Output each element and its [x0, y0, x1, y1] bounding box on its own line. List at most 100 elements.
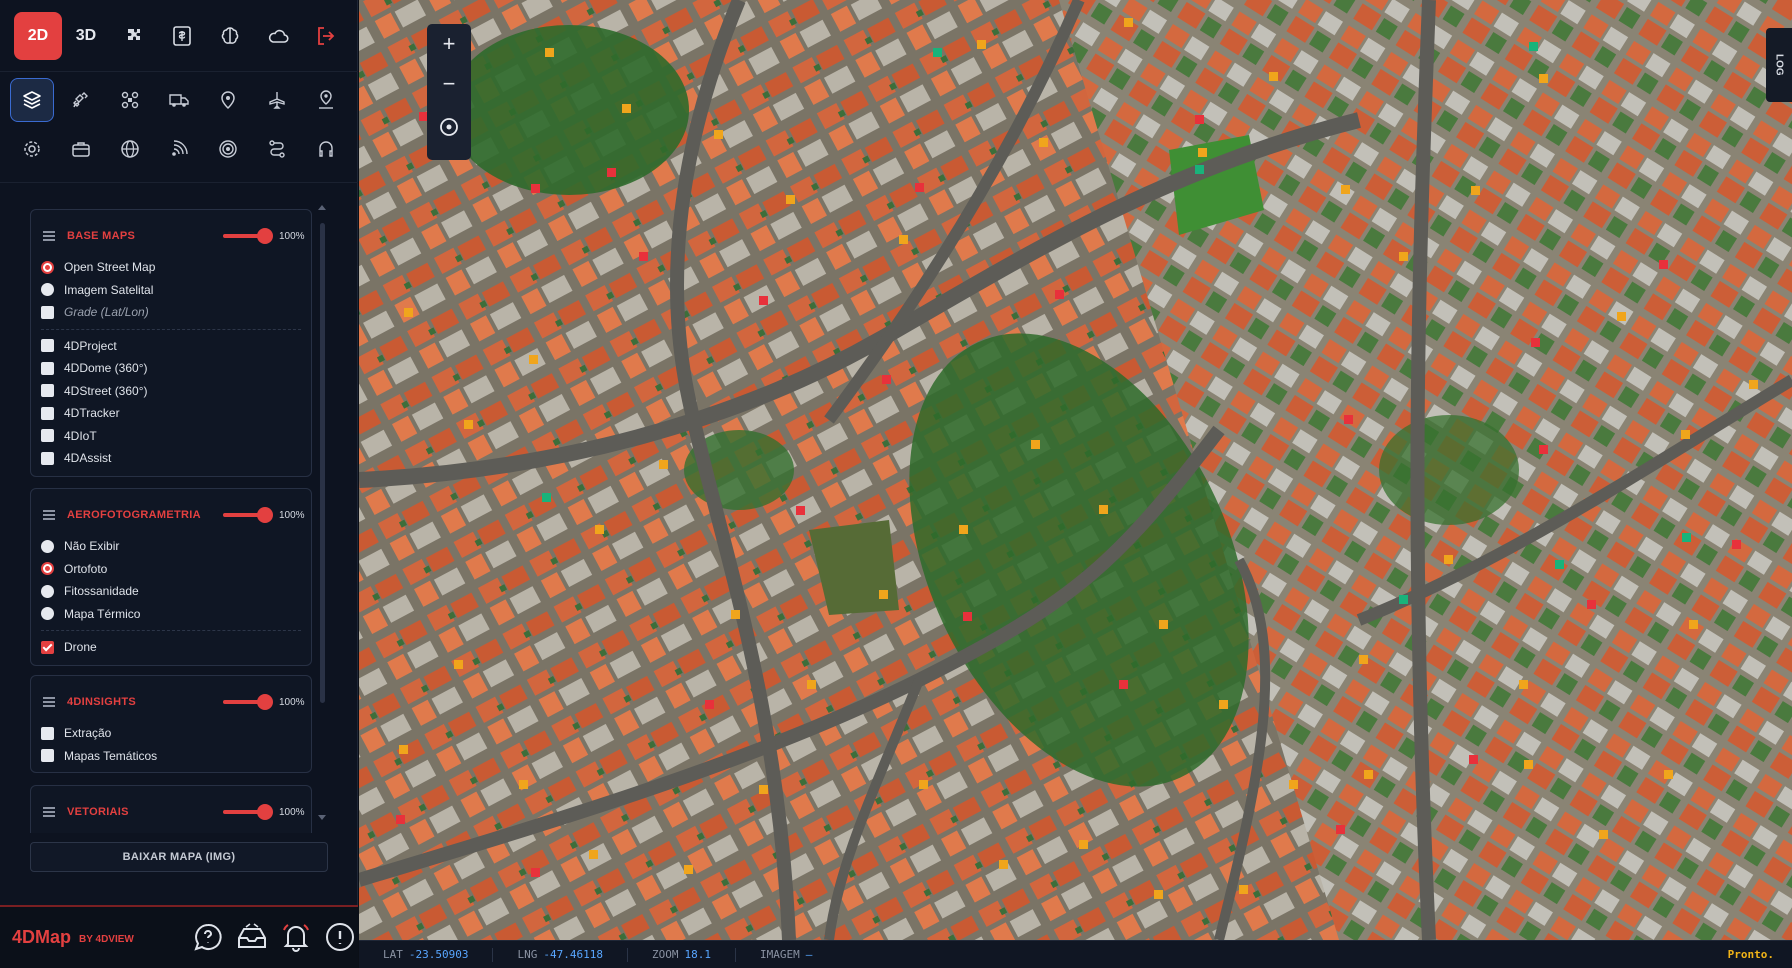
option-nao-exibir[interactable]: Não Exibir [31, 535, 311, 558]
option-label: 4DStreet (360°) [64, 383, 148, 398]
drag-handle-icon[interactable] [43, 231, 55, 241]
mode-3d-button[interactable]: 3D [62, 12, 110, 60]
brand-logo: 4DMap [12, 927, 72, 947]
zoom-out-button[interactable]: − [427, 64, 471, 104]
headset-icon[interactable] [304, 127, 348, 171]
divider [41, 630, 301, 631]
route-icon[interactable] [255, 127, 299, 171]
lng-value: -47.46118 [543, 948, 603, 961]
settings-icon[interactable] [10, 127, 54, 171]
base-maps-card: BASE MAPS 100% Open Street Map Imagem Sa… [30, 209, 312, 477]
option-ortofoto[interactable]: Ortofoto [31, 558, 311, 581]
info-icon[interactable] [320, 917, 360, 957]
status-lat: LAT -23.50903 [359, 947, 494, 962]
report-icon[interactable] [158, 12, 206, 60]
checkbox[interactable] [41, 726, 54, 740]
base-maps-opacity-slider[interactable] [223, 222, 273, 250]
layers-icon[interactable] [10, 78, 54, 122]
option-open-street-map[interactable]: Open Street Map [31, 256, 311, 279]
checkbox[interactable] [41, 339, 54, 353]
cloud-icon[interactable] [254, 12, 302, 60]
zoom-in-button[interactable]: + [427, 24, 471, 64]
checkbox[interactable] [41, 406, 54, 420]
signal-icon[interactable] [157, 127, 201, 171]
checkbox[interactable] [41, 305, 54, 319]
vetoriais-title: VETORIAIS [67, 806, 129, 818]
radio-button[interactable] [41, 584, 54, 598]
aerofotogrametria-opacity-slider[interactable] [223, 501, 273, 529]
aerofotogrametria-opacity-value: 100% [279, 509, 305, 521]
briefcase-icon[interactable] [59, 127, 103, 171]
option-label: Extração [64, 726, 112, 741]
puzzle-icon[interactable] [110, 12, 158, 60]
map-view[interactable]: + − LOG [359, 0, 1792, 940]
logout-icon[interactable] [302, 12, 350, 60]
app-root: 2D 3D BASE MAPS 100% Open Street Map Ima… [0, 0, 1792, 968]
scroll-down-arrow[interactable] [318, 815, 326, 820]
radio-button[interactable] [41, 562, 54, 576]
layer-extracao[interactable]: Extração [31, 722, 311, 745]
drag-handle-icon[interactable] [43, 697, 55, 707]
option-label: Drone [64, 640, 97, 655]
scrollbar-thumb[interactable] [320, 223, 325, 703]
option-mapa-termico[interactable]: Mapa Térmico [31, 603, 311, 626]
radio-button[interactable] [41, 283, 54, 297]
option-grade-lat-lon[interactable]: Grade (Lat/Lon) [31, 301, 311, 324]
plane-icon[interactable] [255, 78, 299, 122]
target-icon[interactable] [206, 127, 250, 171]
base-maps-title: BASE MAPS [67, 230, 136, 242]
layer-4ddome[interactable]: 4DDome (360°) [31, 357, 311, 380]
mode-bar: 2D 3D [0, 0, 358, 72]
option-label: Mapas Temáticos [64, 748, 158, 763]
aerial-imagery [359, 0, 1792, 940]
user-pin-icon[interactable] [304, 78, 348, 122]
layer-4dassist[interactable]: 4DAssist [31, 447, 311, 470]
radio-button[interactable] [41, 607, 54, 621]
radio-button[interactable] [41, 539, 54, 553]
checkbox[interactable] [41, 429, 54, 443]
layer-mapas-tematicos[interactable]: Mapas Temáticos [31, 745, 311, 768]
option-label: Imagem Satelital [64, 282, 154, 297]
option-label: 4DAssist [64, 451, 112, 466]
image-value: — [805, 948, 813, 961]
checkbox-checked[interactable] [41, 640, 54, 654]
status-lng: LNG -47.46118 [493, 947, 628, 962]
satellite-icon[interactable] [59, 78, 103, 122]
option-label: Grade (Lat/Lon) [64, 305, 149, 320]
layer-4dproject[interactable]: 4DProject [31, 335, 311, 358]
layer-4diot[interactable]: 4DIoT [31, 425, 311, 448]
download-map-button[interactable]: BAIXAR MAPA (IMG) [30, 842, 328, 872]
insights-opacity-slider[interactable] [223, 688, 273, 716]
option-label: 4DProject [64, 338, 117, 353]
mode-2d-button[interactable]: 2D [14, 11, 62, 60]
checkbox[interactable] [41, 361, 54, 375]
radio-button[interactable] [41, 260, 54, 274]
brain-icon[interactable] [206, 12, 254, 60]
layer-4dtracker[interactable]: 4DTracker [31, 402, 311, 425]
map-pin-icon[interactable] [206, 78, 250, 122]
layer-4dstreet[interactable]: 4DStreet (360°) [31, 380, 311, 403]
drag-handle-icon[interactable] [43, 510, 55, 520]
vetoriais-opacity-slider[interactable] [223, 798, 273, 826]
status-bar: LAT -23.50903 LNG -47.46118 ZOOM 18.1 IMAGE… [359, 940, 1792, 968]
lng-label: LNG [517, 948, 538, 961]
truck-icon[interactable] [157, 78, 201, 122]
option-label: Não Exibir [64, 539, 120, 554]
drone-icon[interactable] [108, 78, 152, 122]
log-tab[interactable]: LOG [1766, 28, 1792, 102]
chat-icon[interactable] [188, 917, 228, 957]
scroll-up-arrow[interactable] [318, 205, 326, 210]
checkbox[interactable] [41, 749, 54, 763]
option-fitossanidade[interactable]: Fitossanidade [31, 580, 311, 603]
checkbox[interactable] [41, 451, 54, 465]
globe-icon[interactable] [108, 127, 152, 171]
inbox-icon[interactable] [232, 917, 272, 957]
drag-handle-icon[interactable] [43, 807, 55, 817]
option-imagem-satelital[interactable]: Imagem Satelital [31, 279, 311, 302]
bell-icon[interactable] [276, 917, 316, 957]
base-maps-opacity-value: 100% [279, 230, 305, 242]
checkbox[interactable] [41, 384, 54, 398]
locate-icon[interactable] [427, 104, 471, 150]
layer-drone[interactable]: Drone [31, 636, 311, 659]
option-label: Ortofoto [64, 561, 108, 576]
